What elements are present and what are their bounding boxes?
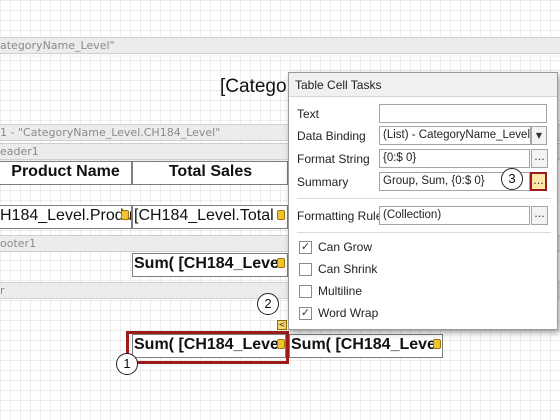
header-cell-total-sales[interactable]: Total Sales (132, 161, 288, 185)
formatting-rules-label: Formatting Rules (297, 209, 389, 223)
formatting-rules-row: Formatting Rules (Collection) ... (289, 206, 559, 228)
callout-3: 3 (501, 168, 523, 190)
formatting-rules-field[interactable]: (Collection) (379, 206, 530, 225)
checkbox-checked-icon[interactable]: ✓ (299, 241, 312, 254)
data-binding-label: Data Binding (297, 129, 366, 143)
band-label: ategoryName_Level" (0, 39, 115, 52)
summary-ellipsis-button[interactable]: ... (530, 172, 547, 191)
format-string-row: Format String {0:$ 0} ... (289, 149, 559, 171)
checkbox-label: Can Shrink (318, 262, 378, 276)
band-body (0, 55, 560, 57)
checkbox-label: Can Grow (318, 240, 373, 254)
dropdown-arrow-icon[interactable]: ▼ (531, 126, 547, 145)
formatting-rules-ellipsis-button[interactable]: ... (531, 206, 548, 225)
table-cell-tasks-panel: Table Cell Tasks Text Data Binding (List… (288, 72, 558, 330)
summary-label: Summary (297, 175, 349, 189)
data-binding-field[interactable]: (List) - CategoryName_Level.C (379, 126, 531, 145)
callout-2: 2 (257, 293, 279, 315)
band-header-top[interactable]: ategoryName_Level" (0, 37, 560, 54)
text-label: Text (297, 107, 320, 121)
smart-tag-icon[interactable] (433, 339, 441, 349)
format-string-label: Format String (297, 152, 370, 166)
band-label: 1 - "CategoryName_Level.CH184_Level" (0, 126, 221, 139)
band-label: ooter1 (0, 237, 37, 250)
data-binding-row: Data Binding (List) - CategoryName_Level… (289, 126, 559, 148)
checkbox-unchecked-icon[interactable] (299, 263, 312, 276)
band-label: r (0, 284, 5, 297)
detail-cell-total[interactable]: [CH184_Level.Total (132, 205, 288, 229)
text-row: Text (289, 104, 559, 126)
callout-1: 1 (116, 353, 138, 375)
smart-tag-icon[interactable] (121, 210, 129, 220)
report-title-cell[interactable]: [Catego (220, 76, 287, 98)
format-string-field[interactable]: {0:$ 0} (379, 149, 530, 168)
checkbox-unchecked-icon[interactable] (299, 285, 312, 298)
smart-tag-icon[interactable] (277, 258, 285, 268)
next-sum-cell[interactable]: Sum( [CH184_Leve (289, 334, 443, 358)
checkbox-label: Multiline (318, 284, 363, 298)
checkbox-label: Word Wrap (318, 306, 379, 320)
format-string-ellipsis-button[interactable]: ... (531, 149, 548, 168)
separator (297, 198, 551, 199)
checkbox-checked-icon[interactable]: ✓ (299, 307, 312, 320)
detail-cell-product[interactable]: H184_Level.Produ (0, 205, 132, 229)
text-field[interactable] (379, 104, 547, 123)
group-footer-sum-cell[interactable]: Sum( [CH184_Leve (132, 253, 288, 277)
selection-highlight (126, 331, 289, 364)
panel-title: Table Cell Tasks (289, 73, 557, 97)
header-cell-product-name[interactable]: Product Name (0, 161, 132, 185)
band-label: eader1 (0, 145, 39, 158)
smart-tag-button[interactable]: < (277, 320, 287, 330)
separator (297, 232, 551, 233)
smart-tag-icon[interactable] (277, 210, 285, 220)
